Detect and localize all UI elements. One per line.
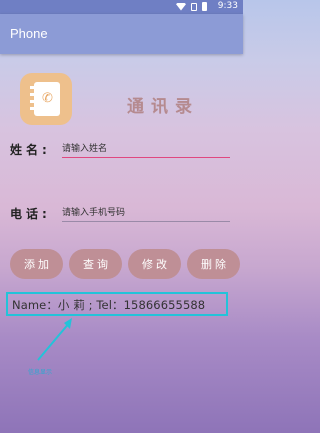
arrow-line [37, 321, 71, 361]
delete-button[interactable]: 删除 [187, 249, 240, 279]
app-title: Phone [10, 26, 48, 41]
phone-icon: ✆ [42, 91, 53, 106]
status-bar: 9:33 [0, 0, 243, 14]
annotation-arrow [37, 318, 72, 361]
query-button[interactable]: 查询 [69, 249, 122, 279]
battery-icon [202, 2, 207, 11]
add-button[interactable]: 添加 [10, 249, 63, 279]
sim-icon [191, 2, 197, 11]
contacts-book-icon: ✆ [20, 73, 72, 125]
action-buttons: 添加 查询 修改 删除 [10, 249, 240, 279]
annotation-label: 信息显示 [28, 369, 53, 376]
app-bar: Phone [0, 14, 243, 54]
book-rings [30, 86, 36, 112]
wifi-icon [176, 2, 186, 11]
page-title: 通讯录 [127, 97, 199, 117]
phone-input[interactable] [62, 204, 230, 222]
status-icons [176, 2, 207, 11]
name-label: 姓名: [10, 143, 51, 157]
status-time: 9:33 [217, 1, 238, 11]
result-display: Name：小 莉 ; Tel：15866655588 [6, 292, 228, 316]
name-input[interactable] [62, 140, 230, 158]
edit-button[interactable]: 修改 [128, 249, 181, 279]
phone-label: 电话: [10, 207, 51, 221]
